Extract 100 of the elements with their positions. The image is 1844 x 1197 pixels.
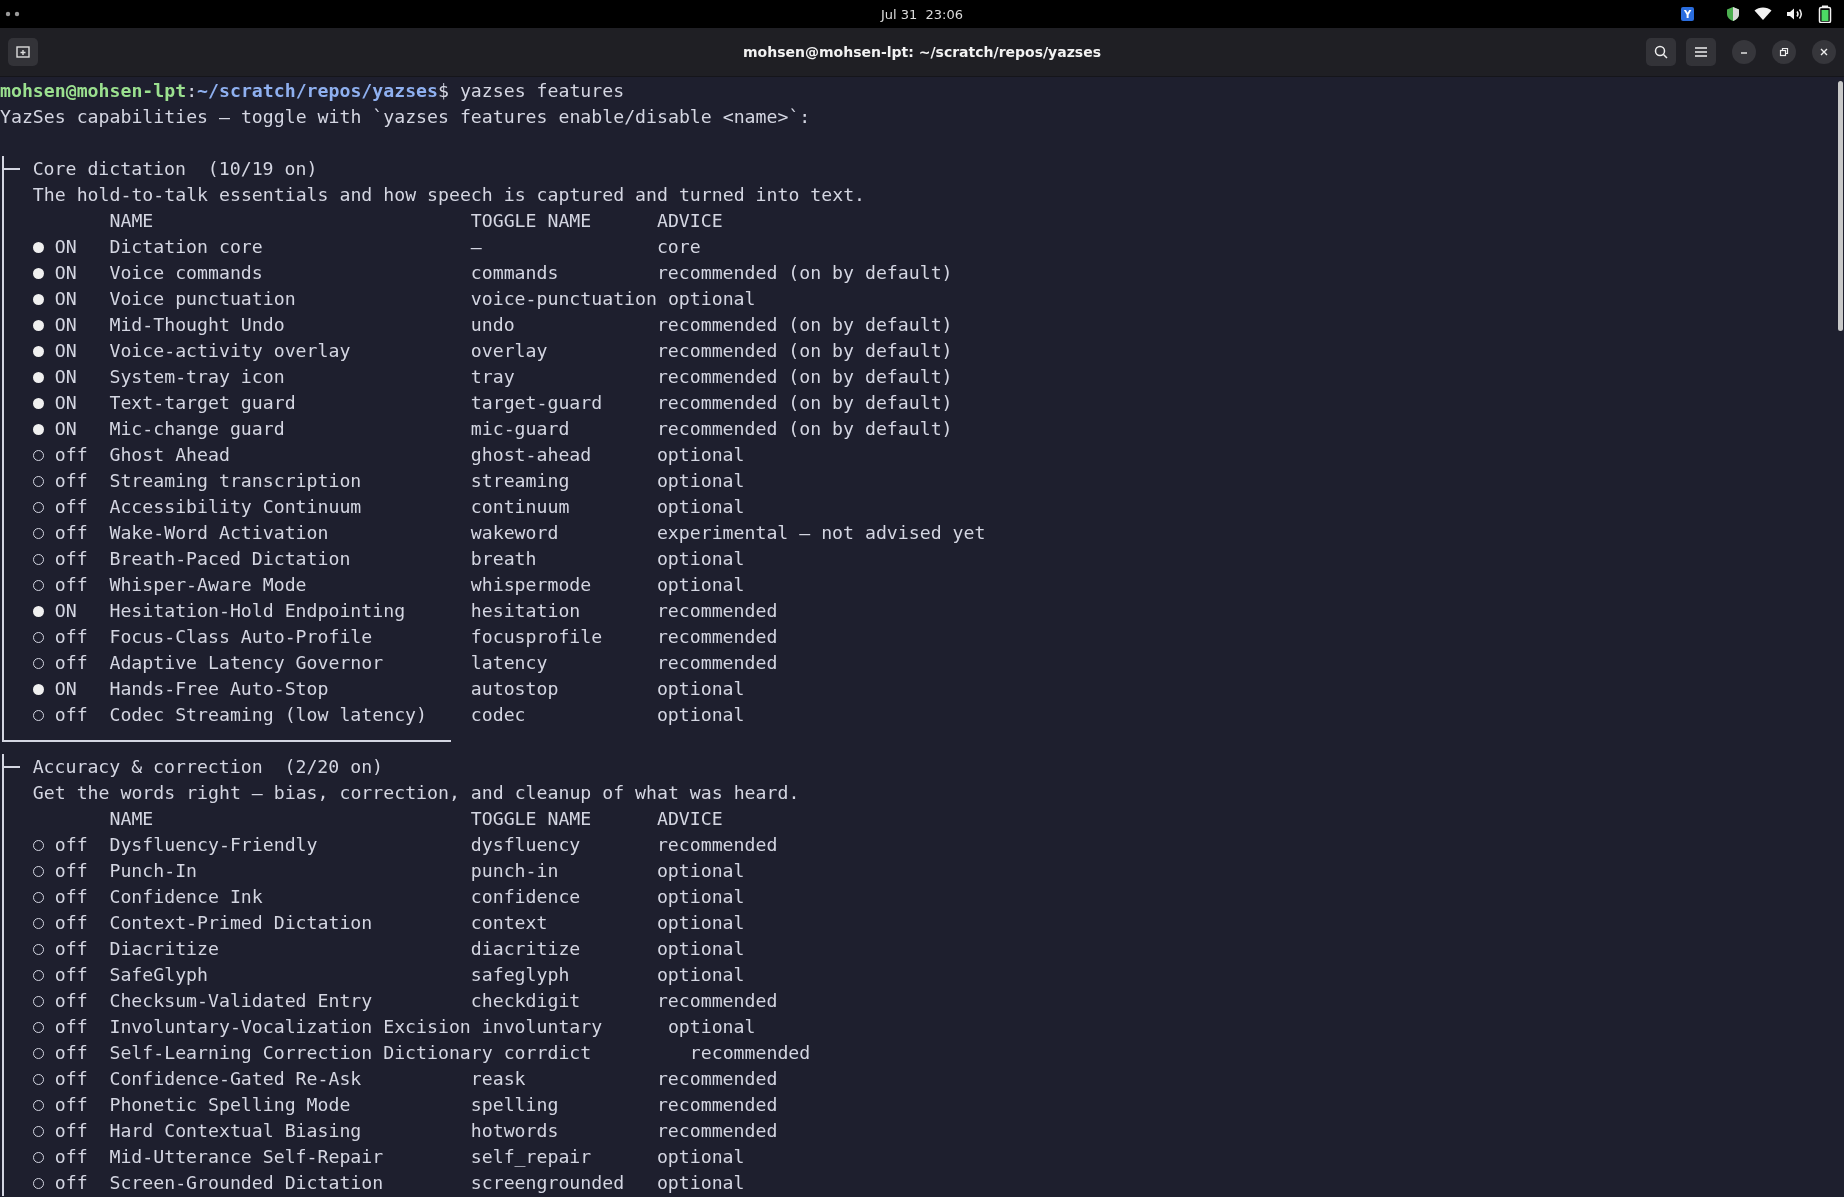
section-title: Core dictation (10/19 on)	[32, 157, 318, 181]
feature-name: Voice punctuation	[109, 287, 297, 311]
toggle-name: voice-punctuation	[470, 287, 657, 311]
column-header: ADVICE	[656, 807, 723, 831]
feature-name: Self-Learning Correction Dictionary	[109, 1041, 493, 1065]
toggle-name: safeglyph	[470, 963, 571, 987]
advice-text: recommended (on by default)	[656, 417, 953, 441]
prompt-separator: :	[186, 79, 198, 103]
state-label: off	[54, 859, 89, 883]
toggle-name: latency	[470, 651, 549, 675]
feature-name: Breath-Paced Dictation	[109, 547, 352, 571]
wifi-icon[interactable]	[1754, 7, 1772, 21]
toggle-name: wakeword	[470, 521, 560, 545]
toggle-name: codec	[470, 703, 527, 727]
state-label: off	[54, 625, 89, 649]
state-label: off	[54, 963, 89, 987]
advice-text: optional	[656, 573, 745, 597]
advice-text: recommended (on by default)	[656, 261, 953, 285]
prompt-path: ~/scratch/repos/yazses	[197, 79, 438, 103]
toggle-name: corrdict	[503, 1041, 593, 1065]
advice-text: experimental — not advised yet	[656, 521, 986, 545]
advice-text: recommended	[656, 1119, 778, 1143]
feature-name: Accessibility Continuum	[109, 495, 363, 519]
advice-text: recommended	[656, 651, 778, 675]
advice-text: recommended (on by default)	[656, 391, 953, 415]
state-label: ON	[54, 287, 78, 311]
advice-text: recommended	[656, 1067, 778, 1091]
state-label: ON	[54, 391, 78, 415]
advice-text: optional	[656, 547, 745, 571]
state-label: off	[54, 495, 89, 519]
column-header: TOGGLE NAME	[470, 209, 593, 233]
state-label: off	[54, 937, 89, 961]
state-label: off	[54, 1015, 89, 1039]
workspace-dots-icon[interactable]	[5, 11, 21, 17]
minimize-button[interactable]	[1732, 40, 1756, 64]
toggle-name: hotwords	[470, 1119, 560, 1143]
state-label: ON	[54, 313, 78, 337]
feature-name: Focus-Class Auto-Profile	[109, 625, 374, 649]
volume-icon[interactable]	[1786, 7, 1804, 21]
feature-name: Voice-activity overlay	[109, 339, 352, 363]
state-label: ON	[54, 599, 78, 623]
advice-text: optional	[656, 495, 745, 519]
advice-text: recommended	[656, 1093, 778, 1117]
column-header: TOGGLE NAME	[470, 807, 593, 831]
state-label: off	[54, 989, 89, 1013]
feature-name: Wake-Word Activation	[109, 521, 330, 545]
tray-app-icon[interactable]: Y	[1681, 7, 1694, 21]
feature-name: Mid-Thought Undo	[109, 313, 286, 337]
shield-icon[interactable]	[1726, 6, 1740, 22]
advice-text: optional	[667, 1015, 756, 1039]
column-header: NAME	[109, 807, 155, 831]
state-label: ON	[54, 365, 78, 389]
feature-name: Phonetic Spelling Mode	[109, 1093, 352, 1117]
state-label: off	[54, 573, 89, 597]
advice-text: recommended	[656, 989, 778, 1013]
restore-button[interactable]	[1772, 40, 1796, 64]
feature-name: Checksum-Validated Entry	[109, 989, 374, 1013]
toggle-name: spelling	[470, 1093, 560, 1117]
feature-name: Text-target guard	[109, 391, 297, 415]
feature-name: Dysfluency-Friendly	[109, 833, 319, 857]
search-button[interactable]	[1646, 38, 1676, 66]
advice-text: recommended	[656, 833, 778, 857]
toggle-name: punch-in	[470, 859, 560, 883]
toggle-name: involuntary	[481, 1015, 604, 1039]
output-text: YazSes capabilities — toggle with `yazses features enable/disable <name>`:	[0, 105, 811, 129]
feature-name: Streaming transcription	[109, 469, 363, 493]
feature-name: Mic-change guard	[109, 417, 286, 441]
state-label: off	[54, 651, 89, 675]
state-label: off	[54, 1067, 89, 1091]
state-label: ON	[54, 677, 78, 701]
feature-name: Confidence-Gated Re-Ask	[109, 1067, 363, 1091]
advice-text: recommended	[656, 625, 778, 649]
clock[interactable]: Jul 31 23:06	[880, 6, 964, 22]
state-label: off	[54, 911, 89, 935]
battery-icon[interactable]	[1818, 5, 1832, 23]
toggle-name: hesitation	[470, 599, 582, 623]
advice-text: recommended (on by default)	[656, 365, 953, 389]
state-label: ON	[54, 417, 78, 441]
scrollbar-thumb[interactable]	[1838, 81, 1843, 331]
search-icon	[1654, 45, 1668, 59]
advice-text: recommended	[656, 599, 778, 623]
state-label: off	[54, 547, 89, 571]
state-label: ON	[54, 339, 78, 363]
advice-text: recommended	[689, 1041, 811, 1065]
feature-name: Dictation core	[109, 235, 264, 259]
prompt-user-host: mohsen@mohsen-lpt	[0, 79, 187, 103]
state-label: off	[54, 1145, 89, 1169]
close-button[interactable]	[1812, 40, 1836, 64]
toggle-name: context	[470, 911, 549, 935]
state-label: ON	[54, 235, 78, 259]
advice-text: optional	[656, 677, 745, 701]
toggle-name: checkdigit	[470, 989, 582, 1013]
state-label: off	[54, 1171, 89, 1195]
restore-icon	[1779, 47, 1789, 57]
toggle-name: self_repair	[470, 1145, 593, 1169]
toggle-name: commands	[470, 261, 560, 285]
advice-text: optional	[656, 885, 745, 909]
menu-button[interactable]	[1686, 38, 1716, 66]
toggle-name: mic-guard	[470, 417, 571, 441]
new-tab-button[interactable]	[8, 38, 38, 66]
